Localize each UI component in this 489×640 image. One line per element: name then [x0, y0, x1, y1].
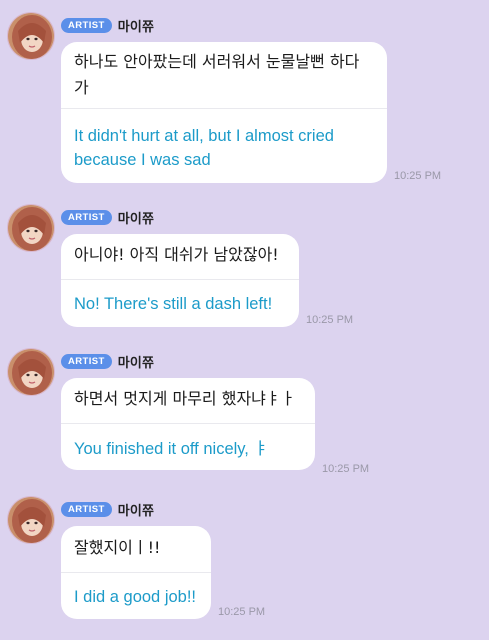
sender-name: 마이쮸 — [117, 355, 155, 371]
artist-avatar[interactable] — [7, 12, 55, 60]
artist-avatar[interactable] — [7, 348, 55, 396]
bubble-divider — [61, 572, 211, 573]
message-timestamp: 10:25 PM — [218, 606, 266, 618]
translated-message-text: It didn't hurt at all, but I almost crie… — [74, 127, 334, 169]
artist-badge: ARTIST — [61, 353, 112, 369]
artist-badge: ARTIST — [61, 501, 112, 517]
sender-row: ARTIST 마이쮸 — [61, 16, 155, 35]
translated-message-text: No! There's still a dash left! — [74, 295, 273, 313]
original-message-text: 잘했지이ㅣ!! — [74, 538, 161, 557]
bubble-divider — [61, 108, 387, 109]
artist-avatar[interactable] — [7, 204, 55, 252]
sender-row: ARTIST 마이쮸 — [61, 352, 155, 371]
original-message-text: 하면서 멋지게 마무리 했자냐ㅑㅏ — [74, 389, 296, 408]
avatar-icon — [8, 13, 54, 59]
sender-name: 마이쮸 — [117, 503, 155, 519]
original-message-text: 아니야! 아직 대쉬가 남았잖아! — [74, 245, 279, 264]
artist-badge: ARTIST — [61, 17, 112, 33]
translated-message-text: You finished it off nicely, ㅑ — [74, 440, 269, 458]
message-bubble[interactable]: 아니야! 아직 대쉬가 남았잖아! No! There's still a da… — [61, 234, 299, 327]
message-bubble[interactable]: 하면서 멋지게 마무리 했자냐ㅑㅏ You finished it off ni… — [61, 378, 315, 470]
sender-row: ARTIST 마이쮸 — [61, 500, 155, 519]
message-timestamp: 10:25 PM — [394, 170, 442, 182]
message-timestamp: 10:25 PM — [306, 314, 354, 326]
translated-message-text: I did a good job!! — [74, 588, 197, 606]
original-message-text: 하나도 안아팠는데 서러워서 눈물날뻔 하다 가 — [74, 52, 360, 97]
message-timestamp: 10:25 PM — [322, 463, 370, 475]
artist-badge: ARTIST — [61, 209, 112, 225]
artist-avatar[interactable] — [7, 496, 55, 544]
bubble-divider — [61, 279, 299, 280]
message-bubble[interactable]: 하나도 안아팠는데 서러워서 눈물날뻔 하다 가 It didn't hurt … — [61, 42, 387, 183]
sender-name: 마이쮸 — [117, 211, 155, 227]
message-bubble[interactable]: 잘했지이ㅣ!! I did a good job!! — [61, 526, 211, 619]
sender-row: ARTIST 마이쮸 — [61, 208, 155, 227]
bubble-divider — [61, 423, 315, 424]
avatar-icon — [8, 349, 54, 395]
avatar-icon — [8, 497, 54, 543]
avatar-icon — [8, 205, 54, 251]
sender-name: 마이쮸 — [117, 19, 155, 35]
